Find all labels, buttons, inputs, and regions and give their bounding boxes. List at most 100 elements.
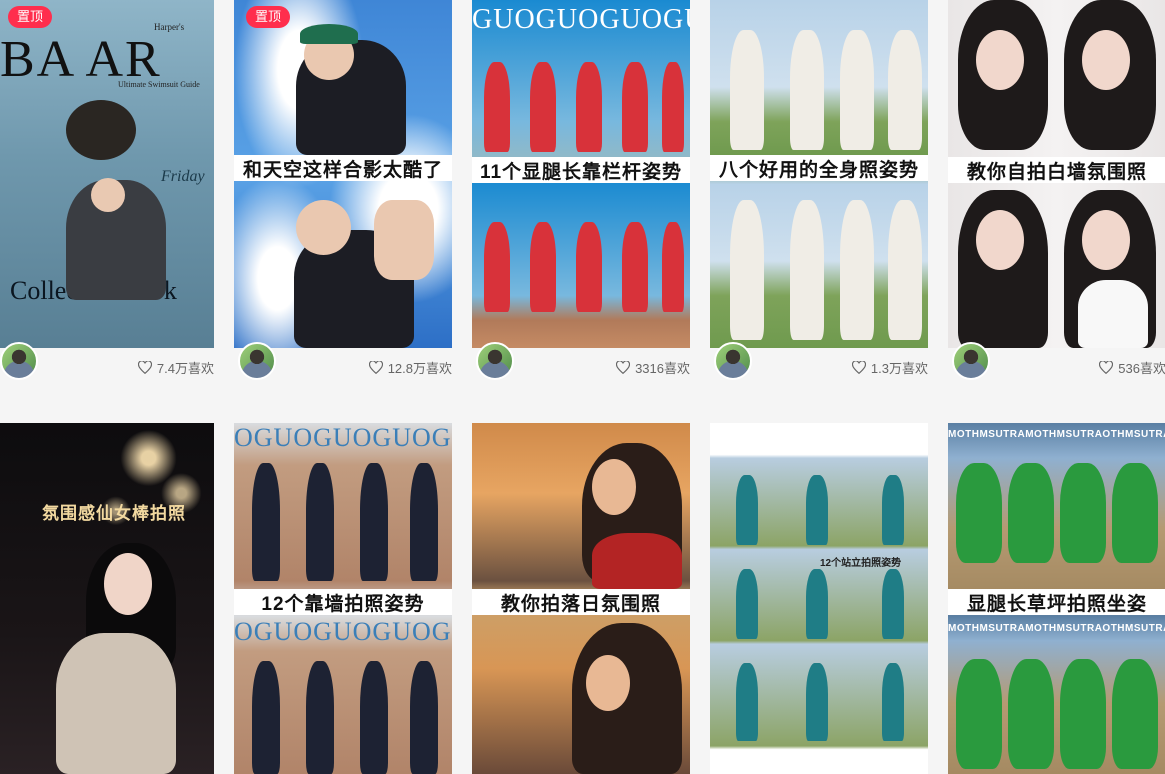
note-meta: 1.3万喜欢: [710, 342, 928, 386]
model-figure: [1060, 463, 1106, 563]
model-figure: [530, 222, 556, 312]
note-cover[interactable]: 12个站立拍照姿势: [710, 423, 928, 774]
model-figure: [66, 100, 136, 160]
model-figure: [976, 210, 1024, 270]
model-figure: [840, 30, 874, 150]
author-avatar[interactable]: [952, 342, 990, 380]
like-count: 3316喜欢: [635, 360, 690, 376]
note-caption: 八个好用的全身照姿势: [710, 155, 928, 181]
model-figure: [622, 62, 648, 152]
model-figure: [572, 623, 682, 774]
note-cover[interactable]: OGUOGUOGUOGU 12个靠墙拍照姿势 OGUOGUOGUOGU: [234, 423, 452, 774]
model-figure: [730, 200, 764, 340]
pinned-badge: 置顶: [246, 6, 291, 28]
model-figure: [576, 62, 602, 152]
note-caption: 11个显腿长靠栏杆姿势: [472, 157, 690, 183]
author-avatar[interactable]: [714, 342, 752, 380]
author-avatar[interactable]: [476, 342, 514, 380]
note-card[interactable]: 八个好用的全身照姿势 1.3万喜欢: [710, 0, 928, 380]
like-button[interactable]: 536喜欢: [1099, 358, 1165, 377]
note-card[interactable]: OGUOGUOGUOGU 12个靠墙拍照姿势 OGUOGUOGUOGU: [234, 423, 452, 774]
note-cover[interactable]: 教你拍落日氛围照: [472, 423, 690, 774]
model-figure: [306, 463, 334, 581]
model-figure: [56, 633, 176, 774]
pinned-badge: 置顶: [8, 6, 53, 28]
note-cover[interactable]: 八个好用的全身照姿势: [710, 0, 928, 348]
note-card[interactable]: 12个站立拍照姿势: [710, 423, 928, 774]
note-cover[interactable]: Harper's BA AR Ultimate Swimsuit Guide F…: [0, 0, 214, 348]
note-cover[interactable]: GUOGUOGUOGUOGU 11个显腿长靠栏杆姿势: [472, 0, 690, 348]
note-card[interactable]: 氛围感仙女棒拍照: [0, 423, 214, 774]
model-figure: [360, 661, 388, 774]
note-caption: 显腿长草坪拍照坐姿: [948, 589, 1165, 615]
model-figure: [484, 62, 510, 152]
model-figure: [882, 663, 904, 741]
note-cover[interactable]: 氛围感仙女棒拍照: [0, 423, 214, 774]
model-figure: [1078, 280, 1148, 348]
model-figure: [1082, 210, 1130, 270]
note-meta: 7.4万喜欢: [0, 342, 214, 386]
model-figure: [840, 200, 874, 340]
heart-icon: [1099, 360, 1114, 374]
pattern-banner: OGUOGUOGUOGU: [234, 617, 452, 646]
model-figure: [888, 30, 922, 150]
model-figure: [1008, 463, 1054, 563]
model-figure: [888, 200, 922, 340]
note-card[interactable]: MOTHMSUTRAMOTHMSUTRAOTHMSUTRA 显腿长草坪拍照坐姿 …: [948, 423, 1165, 774]
note-meta: 3316喜欢: [472, 342, 690, 386]
author-avatar[interactable]: [238, 342, 276, 380]
model-figure: [736, 569, 758, 639]
like-count: 7.4万喜欢: [156, 360, 214, 376]
note-card[interactable]: Harper's BA AR Ultimate Swimsuit Guide F…: [0, 0, 214, 380]
note-card[interactable]: 教你拍落日氛围照: [472, 423, 690, 774]
model-figure: [622, 222, 648, 312]
like-count: 536喜欢: [1118, 360, 1165, 376]
model-figure: [976, 30, 1024, 90]
model-figure: [576, 222, 602, 312]
note-card[interactable]: 教你自拍白墙氛围照 536喜欢: [948, 0, 1165, 380]
model-figure: [882, 569, 904, 639]
like-button[interactable]: 7.4万喜欢: [137, 358, 214, 377]
model-figure: [300, 24, 358, 44]
model-figure: [374, 200, 434, 280]
note-card[interactable]: GUOGUOGUOGUOGU 11个显腿长靠栏杆姿势 3316喜欢: [472, 0, 690, 380]
model-figure: [484, 222, 510, 312]
author-avatar[interactable]: [0, 342, 38, 380]
model-figure: [252, 661, 280, 774]
heart-icon: [616, 360, 631, 374]
note-cover[interactable]: 和天空这样合影太酷了 置顶: [234, 0, 452, 348]
note-card[interactable]: 和天空这样合影太酷了 置顶 12.8万喜欢: [234, 0, 452, 380]
like-button[interactable]: 1.3万喜欢: [851, 358, 928, 377]
model-figure: [1082, 30, 1130, 90]
like-button[interactable]: 3316喜欢: [616, 358, 690, 377]
note-grid: Harper's BA AR Ultimate Swimsuit Guide F…: [0, 0, 1165, 774]
model-figure: [1112, 463, 1158, 563]
model-figure: [410, 661, 438, 774]
magazine-subtitle: Ultimate Swimsuit Guide: [118, 80, 200, 89]
note-caption: 和天空这样合影太酷了: [234, 155, 452, 181]
note-meta: 12.8万喜欢: [234, 342, 452, 386]
magazine-friday: Friday: [161, 168, 205, 185]
model-figure: [592, 533, 682, 589]
model-figure: [736, 475, 758, 545]
heart-icon: [851, 360, 866, 374]
note-cover[interactable]: MOTHMSUTRAMOTHMSUTRAOTHMSUTRA 显腿长草坪拍照坐姿 …: [948, 423, 1165, 774]
model-figure: [1112, 659, 1158, 769]
pattern-banner: OGUOGUOGUOGU: [234, 423, 452, 452]
model-figure: [790, 200, 824, 340]
pattern-banner: MOTHMSUTRAMOTHMSUTRAOTHMSUTRA: [948, 429, 1165, 440]
model-figure: [360, 463, 388, 581]
model-figure: [1008, 659, 1054, 769]
pattern-banner: GUOGUOGUOGUOGU: [472, 4, 690, 35]
model-figure: [252, 463, 280, 581]
model-figure: [530, 62, 556, 152]
model-figure: [806, 569, 828, 639]
model-figure: [790, 30, 824, 150]
model-figure: [662, 222, 684, 312]
model-figure: [806, 663, 828, 741]
note-meta: 536喜欢: [948, 342, 1165, 386]
note-cover[interactable]: 教你自拍白墙氛围照: [948, 0, 1165, 348]
cover-title: 12个站立拍照姿势: [820, 558, 902, 569]
like-button[interactable]: 12.8万喜欢: [368, 358, 452, 377]
model-figure: [91, 178, 125, 212]
